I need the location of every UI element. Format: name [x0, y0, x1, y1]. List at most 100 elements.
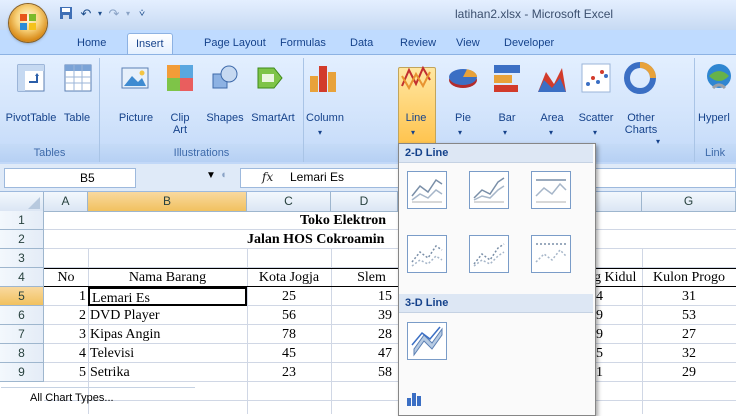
- percent-stacked-line-option[interactable]: [531, 171, 571, 209]
- cell-sleman[interactable]: 15: [331, 287, 398, 306]
- stacked-line-markers-option[interactable]: [469, 235, 509, 273]
- sheet-title-line2[interactable]: Jalan HOS Cokroamin: [247, 230, 398, 249]
- column-label[interactable]: Column: [304, 112, 346, 124]
- table-icon[interactable]: [62, 62, 94, 94]
- sheet-title-line1[interactable]: Toko Elektron: [300, 211, 398, 230]
- row-header-2[interactable]: 2: [0, 230, 44, 249]
- hyperlink-icon[interactable]: [703, 62, 735, 94]
- hyperlink-label[interactable]: Hyperl: [698, 112, 736, 124]
- other-charts-label[interactable]: Other Charts: [618, 112, 664, 136]
- cell-kulon-progo[interactable]: 53: [642, 306, 736, 325]
- cell-gunung-kidul[interactable]: 9: [594, 306, 642, 325]
- shapes-icon[interactable]: [209, 62, 241, 94]
- line-label[interactable]: Line: [398, 112, 434, 124]
- column-header-d[interactable]: D: [331, 192, 398, 211]
- row-header-8[interactable]: 8: [0, 344, 44, 363]
- cell-sleman[interactable]: 28: [331, 325, 398, 344]
- pivottable-icon[interactable]: [15, 62, 47, 94]
- tab-data[interactable]: Data: [342, 33, 381, 54]
- pie-chart-icon[interactable]: [447, 62, 479, 94]
- column-chart-icon[interactable]: [307, 62, 339, 94]
- column-dropdown-icon[interactable]: ▾: [318, 127, 322, 139]
- 3d-line-option[interactable]: [407, 322, 447, 360]
- row-header-9[interactable]: 9: [0, 363, 44, 382]
- tab-home[interactable]: Home: [69, 33, 114, 54]
- customize-qat-icon[interactable]: ⩒: [134, 6, 150, 22]
- bar-chart-icon[interactable]: [492, 62, 524, 94]
- tab-developer[interactable]: Developer: [496, 33, 562, 54]
- cell-kulon-progo[interactable]: 27: [642, 325, 736, 344]
- cell-gunung-kidul[interactable]: 1: [594, 363, 642, 382]
- scatter-chart-icon[interactable]: [580, 62, 612, 94]
- header-sleman[interactable]: Slem: [331, 268, 398, 287]
- cell-nama[interactable]: Setrika: [88, 363, 247, 382]
- table-label[interactable]: Table: [58, 112, 96, 124]
- cell-nama[interactable]: Televisi: [88, 344, 247, 363]
- smartart-icon[interactable]: [254, 62, 286, 94]
- area-chart-icon[interactable]: [536, 62, 568, 94]
- cell-jogja[interactable]: 45: [247, 344, 331, 363]
- row-header-3[interactable]: 3: [0, 249, 44, 268]
- row-header-7[interactable]: 7: [0, 325, 44, 344]
- cell-gunung-kidul[interactable]: 4: [594, 287, 642, 306]
- cell-nama[interactable]: Kipas Angin: [88, 325, 247, 344]
- line-dropdown-icon[interactable]: ▾: [411, 127, 415, 139]
- cell-sleman[interactable]: 58: [331, 363, 398, 382]
- clip-art-icon[interactable]: [164, 62, 196, 94]
- save-icon[interactable]: [58, 6, 74, 22]
- tab-formulas[interactable]: Formulas: [272, 33, 334, 54]
- column-header-g[interactable]: G: [642, 192, 736, 211]
- clip-art-label[interactable]: Clip Art: [158, 112, 202, 136]
- row-header-5[interactable]: 5: [0, 287, 44, 306]
- cell-no[interactable]: 2: [44, 306, 88, 325]
- bar-dropdown-icon[interactable]: ▾: [503, 127, 507, 139]
- cell-nama[interactable]: DVD Player: [88, 306, 247, 325]
- percent-stacked-line-markers-option[interactable]: [531, 235, 571, 273]
- office-button[interactable]: [9, 4, 47, 42]
- scatter-dropdown-icon[interactable]: ▾: [593, 127, 597, 139]
- name-box[interactable]: [4, 168, 136, 188]
- cell-no[interactable]: 3: [44, 325, 88, 344]
- cell-no[interactable]: 5: [44, 363, 88, 382]
- cell-kulon-progo[interactable]: 31: [642, 287, 736, 306]
- header-kota-jogja[interactable]: Kota Jogja: [247, 268, 331, 287]
- cell-nama-selected[interactable]: Lemari Es: [88, 287, 247, 306]
- cell-kulon-progo[interactable]: 29: [642, 363, 736, 382]
- shapes-label[interactable]: Shapes: [202, 112, 248, 124]
- tab-page-layout[interactable]: Page Layout: [196, 33, 274, 54]
- cell-jogja[interactable]: 25: [247, 287, 331, 306]
- area-label[interactable]: Area: [534, 112, 570, 124]
- pie-label[interactable]: Pie: [446, 112, 480, 124]
- smartart-label[interactable]: SmartArt: [248, 112, 298, 124]
- cell-sleman[interactable]: 39: [331, 306, 398, 325]
- line-chart-option[interactable]: [407, 171, 447, 209]
- cell-gunung-kidul[interactable]: 5: [594, 344, 642, 363]
- column-header-a[interactable]: A: [44, 192, 88, 211]
- picture-icon[interactable]: [119, 62, 151, 94]
- select-all-corner[interactable]: [0, 192, 44, 211]
- cell-kulon-progo[interactable]: 32: [642, 344, 736, 363]
- all-chart-types-label[interactable]: All Chart Types...: [30, 392, 114, 404]
- scatter-label[interactable]: Scatter: [574, 112, 618, 124]
- name-box-dropdown-icon[interactable]: ▼: [206, 170, 216, 181]
- bar-label[interactable]: Bar: [490, 112, 524, 124]
- cell-gunung-kidul[interactable]: 9: [594, 325, 642, 344]
- row-header-6[interactable]: 6: [0, 306, 44, 325]
- tab-insert[interactable]: Insert: [127, 33, 173, 55]
- column-header-b[interactable]: B: [88, 192, 247, 211]
- cell-no[interactable]: 1: [44, 287, 88, 306]
- row-header-4[interactable]: 4: [0, 268, 44, 287]
- other-charts-icon[interactable]: [624, 62, 656, 94]
- tab-review[interactable]: Review: [392, 33, 444, 54]
- cell-jogja[interactable]: 78: [247, 325, 331, 344]
- stacked-line-option[interactable]: [469, 171, 509, 209]
- header-nama-barang[interactable]: Nama Barang: [88, 268, 247, 287]
- picture-label[interactable]: Picture: [114, 112, 158, 124]
- column-header-c[interactable]: C: [247, 192, 331, 211]
- tab-view[interactable]: View: [448, 33, 488, 54]
- line-chart-icon[interactable]: [400, 62, 432, 94]
- area-dropdown-icon[interactable]: ▾: [549, 127, 553, 139]
- row-header-1[interactable]: 1: [0, 211, 44, 230]
- header-no[interactable]: No: [44, 268, 88, 287]
- line-markers-option[interactable]: [407, 235, 447, 273]
